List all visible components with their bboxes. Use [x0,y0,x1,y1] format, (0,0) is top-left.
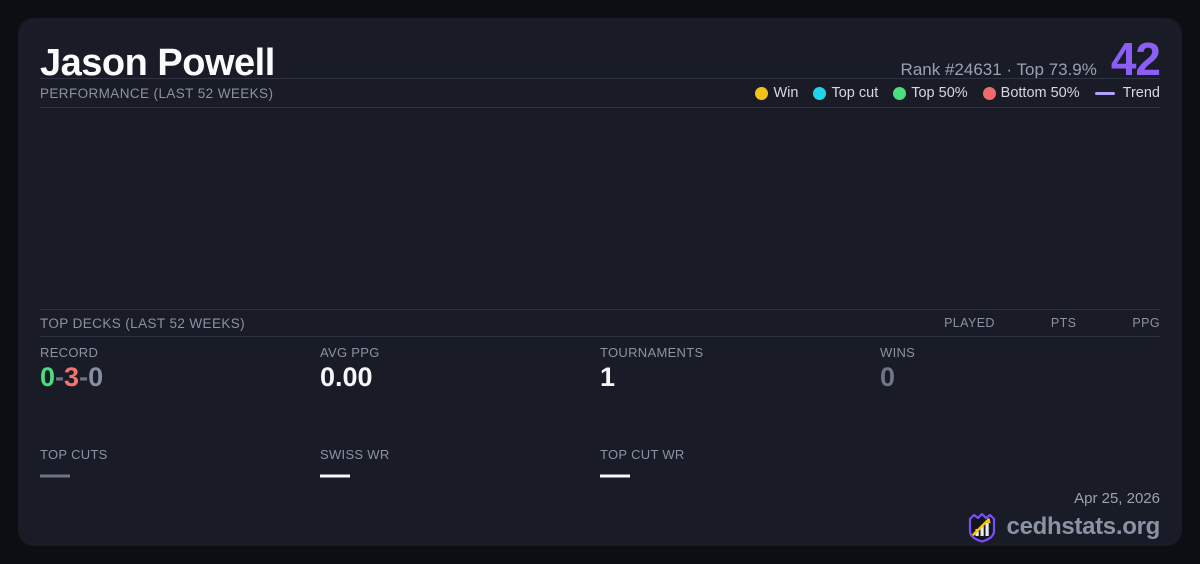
stat-label: WINS [880,345,1160,360]
stat-top-cuts: TOP CUTS — [40,447,320,546]
avg-ppg-value: 0.00 [320,363,600,393]
top50-dot-icon [893,87,906,100]
stat-label: AVG PPG [320,345,600,360]
card-header: Jason Powell Rank #24631 · Top 73.9% 42 [40,32,1160,78]
stats-grid: RECORD 0-3-0 AVG PPG 0.00 TOURNAMENTS 1 … [40,337,1160,546]
stat-label: TOURNAMENTS [600,345,880,360]
column-header-played: PLAYED [944,316,995,330]
legend-label: Trend [1123,85,1160,101]
record-draws: 0 [88,362,103,392]
player-stats-card: Jason Powell Rank #24631 · Top 73.9% 42 … [18,18,1182,546]
column-header-pts: PTS [1051,316,1077,330]
footer-branding: Apr 25, 2026 cedhstats.org [880,441,1160,546]
stat-swiss-wr: SWISS WR — [320,447,600,546]
performance-header-row: PERFORMANCE (LAST 52 WEEKS) Win Top cut … [40,79,1160,107]
swiss-wr-value: — [320,460,600,490]
trend-line-icon [1095,92,1115,95]
brand-row[interactable]: cedhstats.org [965,510,1160,544]
record-separator: - [55,362,64,392]
legend-label: Bottom 50% [1001,85,1080,101]
legend-item-trend: Trend [1095,85,1160,101]
legend-label: Top cut [831,85,878,101]
legend-item-topcut: Top cut [813,85,878,101]
legend-item-win: Win [755,85,798,101]
record-wins: 0 [40,362,55,392]
cedhstats-logo-icon [965,510,999,544]
record-value: 0-3-0 [40,363,320,393]
stat-wins: WINS 0 [880,345,1160,441]
legend-label: Top 50% [911,85,967,101]
top-cuts-value: — [40,460,320,490]
stat-record: RECORD 0-3-0 [40,345,320,441]
record-separator: - [79,362,88,392]
record-losses: 3 [64,362,79,392]
legend-label: Win [773,85,798,101]
top-cut-wr-value: — [600,460,880,490]
topcut-dot-icon [813,87,826,100]
brand-text: cedhstats.org [1007,513,1160,541]
stat-tournaments: TOURNAMENTS 1 [600,345,880,441]
bottom50-dot-icon [983,87,996,100]
rank-text: Rank #24631 · Top 73.9% [901,60,1097,80]
performance-chart-area [40,108,1160,309]
top-decks-section-title: TOP DECKS (LAST 52 WEEKS) [40,316,245,331]
chart-legend: Win Top cut Top 50% Bottom 50% Trend [755,85,1160,101]
tournaments-value: 1 [600,363,880,393]
stat-top-cut-wr: TOP CUT WR — [600,447,880,546]
top-decks-header-row: TOP DECKS (LAST 52 WEEKS) PLAYED PTS PPG [40,310,1160,336]
stat-avg-ppg: AVG PPG 0.00 [320,345,600,441]
footer-date: Apr 25, 2026 [1074,490,1160,507]
stat-label: RECORD [40,345,320,360]
column-header-ppg: PPG [1132,316,1160,330]
legend-item-top50: Top 50% [893,85,967,101]
top-decks-columns: PLAYED PTS PPG [888,316,1160,330]
wins-value: 0 [880,363,1160,393]
performance-section-title: PERFORMANCE (LAST 52 WEEKS) [40,86,273,101]
win-dot-icon [755,87,768,100]
legend-item-bottom50: Bottom 50% [983,85,1080,101]
